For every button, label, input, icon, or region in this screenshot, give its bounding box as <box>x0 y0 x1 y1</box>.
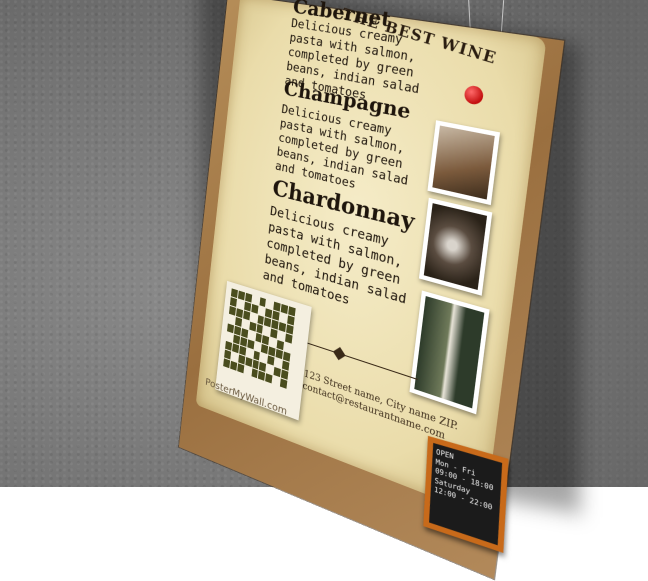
wine-photo-3 <box>409 290 490 415</box>
wine-photo-1 <box>427 120 501 206</box>
qr-code-icon <box>223 288 296 389</box>
push-pin-icon <box>463 84 485 106</box>
poster-paper: THE BEST WINE Cabernet Delicious creamy … <box>195 0 547 553</box>
wine-menu-poster: THE BEST WINE Cabernet Delicious creamy … <box>178 0 565 579</box>
divider-ornament-icon <box>332 347 346 361</box>
hours-chalkboard: OPEN Mon - Fri 09:00 - 18:00 Saturday 12… <box>423 435 509 553</box>
wine-photo-2 <box>418 197 493 296</box>
